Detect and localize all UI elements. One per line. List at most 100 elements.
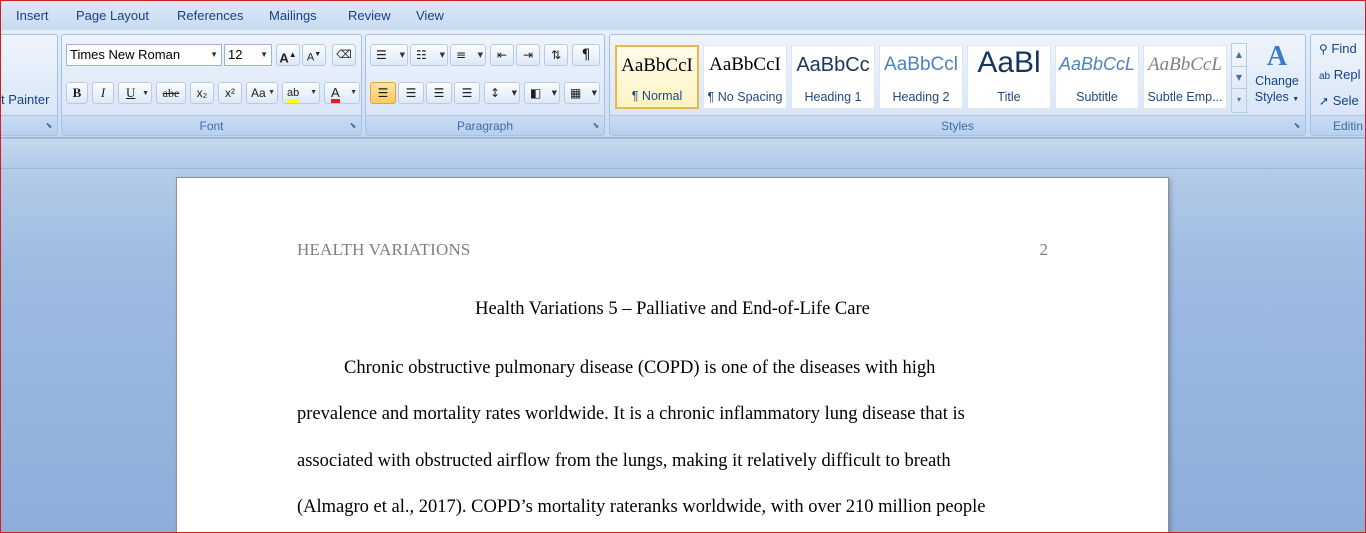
style-subtle-emphasis[interactable]: AaBbCcL Subtle Emp... <box>1143 45 1227 109</box>
ribbon: t Painter ⬊ Times New Roman ▼ 12 ▼ A▲ A▼… <box>0 30 1366 138</box>
align-center-button[interactable]: ☰ <box>398 82 424 104</box>
pilcrow-icon: ¶ <box>581 47 591 63</box>
find-label: Find <box>1331 41 1357 56</box>
style-heading-2[interactable]: AaBbCcl Heading 2 <box>879 45 963 109</box>
gallery-more-icon[interactable]: ▾ <box>1232 88 1246 110</box>
align-right-button[interactable]: ☰ <box>426 82 452 104</box>
tab-references[interactable]: References <box>177 8 243 23</box>
font-group-label: Font <box>199 119 224 133</box>
style-sample: AaBbCcI <box>621 55 693 76</box>
page-number: 2 <box>1039 240 1049 259</box>
tab-insert[interactable]: Insert <box>16 8 49 23</box>
paragraph-group: ☰ ▼ ☷ ▼ ≡ ▼ ⇤ ⇥ ⇅ ¶ ☰ ☰ ☰ ☰ ↕ ▼ ◧ ▼ ▦ ▼ … <box>365 34 605 136</box>
style-name: ¶ No Spacing <box>707 90 783 104</box>
style-name: ¶ Normal <box>631 89 683 103</box>
increase-indent-icon: ⇥ <box>522 48 534 62</box>
chevron-down-icon: ▼ <box>477 51 483 59</box>
replace-button[interactable]: ab Repl <box>1319 67 1361 82</box>
font-color-button[interactable]: A ▼ <box>324 82 360 104</box>
scroll-down-icon[interactable]: ▼ <box>1232 66 1246 88</box>
show-formatting-button[interactable]: ¶ <box>572 44 600 66</box>
chevron-down-icon: ▼ <box>399 51 405 59</box>
style-heading-1[interactable]: AaBbCc Heading 1 <box>791 45 875 109</box>
bold-icon: B <box>72 85 82 100</box>
highlight-button[interactable]: ab ▼ <box>282 82 320 104</box>
paint-bucket-icon: ◧ <box>530 86 542 100</box>
scroll-up-icon[interactable]: ▲ <box>1232 44 1246 66</box>
chevron-down-icon: ▼ <box>439 51 445 59</box>
italic-button[interactable]: I <box>92 82 114 104</box>
change-case-button[interactable]: Aa ▼ <box>246 82 278 104</box>
font-name-value: Times New Roman <box>70 47 181 62</box>
sort-icon: ⇅ <box>550 48 562 62</box>
tab-mailings[interactable]: Mailings <box>269 8 317 23</box>
sort-button[interactable]: ⇅ <box>544 44 568 66</box>
numbering-icon: ☷ <box>416 48 427 62</box>
align-left-button[interactable]: ☰ <box>370 82 396 104</box>
ruler-strip <box>0 139 1366 169</box>
borders-button[interactable]: ▦ ▼ <box>564 82 600 104</box>
format-painter-button[interactable]: t Painter <box>1 92 49 107</box>
font-launcher-icon[interactable]: ⬊ <box>348 121 358 131</box>
font-size-combo[interactable]: 12 ▼ <box>224 44 272 66</box>
clear-formatting-button[interactable]: ⌫ <box>332 44 356 66</box>
strikethrough-icon: abe <box>162 86 180 100</box>
style-name: Subtle Emp... <box>1147 90 1223 104</box>
chevron-down-icon: ▼ <box>210 50 218 59</box>
running-header: HEALTH VARIATIONS <box>297 240 471 259</box>
change-styles-button[interactable]: A Change Styles ▼ <box>1252 41 1302 117</box>
paragraph-line: associated with obstructed airflow from … <box>297 451 951 471</box>
underline-button[interactable]: U ▼ <box>118 82 152 104</box>
styles-group: AaBbCcI ¶ Normal AaBbCcI ¶ No Spacing Aa… <box>609 34 1306 136</box>
style-sample: AaBl <box>977 46 1041 79</box>
change-styles-label: Styles ▼ <box>1254 90 1300 104</box>
multilevel-list-icon: ≡ <box>456 48 467 62</box>
font-group: Times New Roman ▼ 12 ▼ A▲ A▼ ⌫ B I U ▼ a… <box>61 34 362 136</box>
tab-view[interactable]: View <box>416 8 444 23</box>
highlighter-icon: ab <box>287 87 300 103</box>
document-title: Health Variations 5 – Palliative and End… <box>475 299 870 319</box>
clipboard-group: t Painter ⬊ <box>0 34 58 136</box>
font-color-icon: A <box>331 86 340 103</box>
font-name-combo[interactable]: Times New Roman ▼ <box>66 44 222 66</box>
numbering-button[interactable]: ☷ ▼ <box>410 44 448 66</box>
style-name: Title <box>997 90 1021 104</box>
bold-button[interactable]: B <box>66 82 88 104</box>
justify-button[interactable]: ☰ <box>454 82 480 104</box>
grow-font-button[interactable]: A▲ <box>276 44 300 66</box>
chevron-down-icon: ▼ <box>551 89 557 97</box>
increase-indent-button[interactable]: ⇥ <box>516 44 540 66</box>
decrease-indent-icon: ⇤ <box>496 48 508 62</box>
document-page[interactable]: HEALTH VARIATIONS 2 Health Variations 5 … <box>176 177 1169 533</box>
shrink-font-button[interactable]: A▼ <box>302 44 326 66</box>
styles-gallery-scroll[interactable]: ▲ ▼ ▾ <box>1231 43 1247 113</box>
style-no-spacing[interactable]: AaBbCcI ¶ No Spacing <box>703 45 787 109</box>
paragraph-launcher-icon[interactable]: ⬊ <box>591 121 601 131</box>
style-name: Heading 2 <box>892 90 950 104</box>
subscript-button[interactable]: x₂ <box>190 82 214 104</box>
shading-button[interactable]: ◧ ▼ <box>524 82 560 104</box>
strikethrough-button[interactable]: abe <box>156 82 186 104</box>
style-normal[interactable]: AaBbCcI ¶ Normal <box>615 45 699 109</box>
style-subtitle[interactable]: AaBbCcL Subtitle <box>1055 45 1139 109</box>
tab-review[interactable]: Review <box>348 8 391 23</box>
line-spacing-button[interactable]: ↕ ▼ <box>484 82 520 104</box>
select-button[interactable]: ➚ Sele <box>1319 93 1359 108</box>
clipboard-launcher-icon[interactable]: ⬊ <box>44 121 54 131</box>
tab-page-layout[interactable]: Page Layout <box>76 8 149 23</box>
superscript-button[interactable]: x² <box>218 82 242 104</box>
decrease-indent-button[interactable]: ⇤ <box>490 44 514 66</box>
paragraph-line: prevalence and mortality rates worldwide… <box>297 404 965 424</box>
multilevel-list-button[interactable]: ≡ ▼ <box>450 44 486 66</box>
select-label: Sele <box>1332 93 1359 108</box>
chevron-down-icon: ▼ <box>310 89 317 96</box>
subscript-icon: x₂ <box>196 86 208 100</box>
paragraph-group-label: Paragraph <box>456 119 514 133</box>
align-center-icon: ☰ <box>405 86 417 100</box>
clear-formatting-icon: ⌫ <box>336 49 352 61</box>
style-title[interactable]: AaBl Title <box>967 45 1051 109</box>
bullets-button[interactable]: ☰ ▼ <box>370 44 408 66</box>
styles-launcher-icon[interactable]: ⬊ <box>1292 121 1302 131</box>
chevron-down-icon: ▼ <box>511 89 517 97</box>
find-button[interactable]: ⚲ Find <box>1319 41 1357 56</box>
